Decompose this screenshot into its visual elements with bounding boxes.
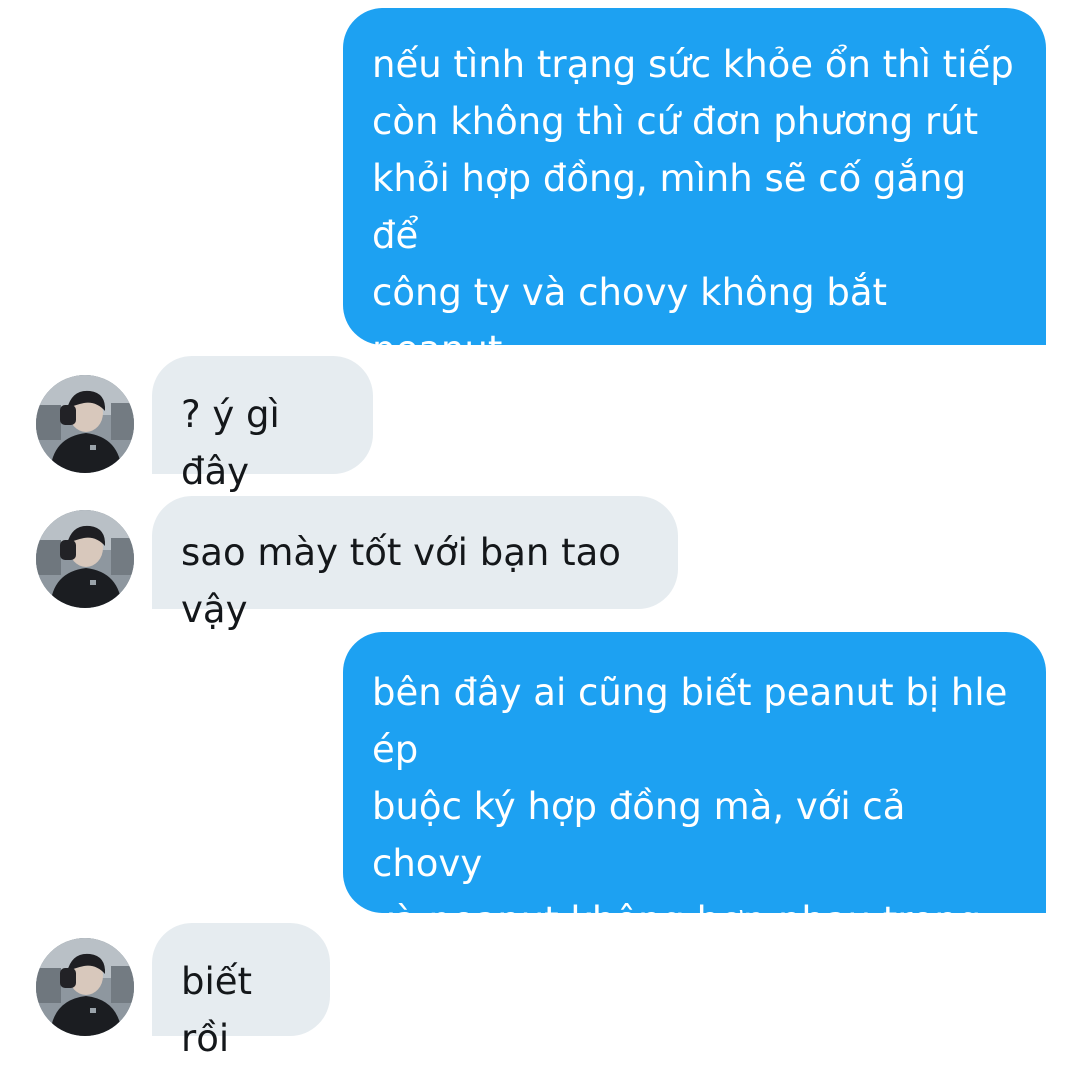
incoming-message-bubble[interactable]: ? ý gì đây	[152, 356, 373, 493]
outgoing-message-bubble[interactable]: nếu tình trạng sức khỏe ổn thì tiếp còn …	[343, 8, 1046, 428]
outgoing-message-bubble[interactable]: bên đây ai cũng biết peanut bị hle ép bu…	[343, 632, 1046, 999]
user-avatar[interactable]	[36, 375, 134, 473]
user-avatar[interactable]	[36, 510, 134, 608]
avatar-photo-icon	[36, 510, 134, 608]
avatar-photo-icon	[36, 938, 134, 1036]
avatar-photo-icon	[36, 375, 134, 473]
user-avatar[interactable]	[36, 938, 134, 1036]
incoming-message-bubble[interactable]: sao mày tốt với bạn tao vậy	[152, 496, 678, 631]
incoming-message-bubble[interactable]: biết rồi	[152, 923, 330, 1060]
